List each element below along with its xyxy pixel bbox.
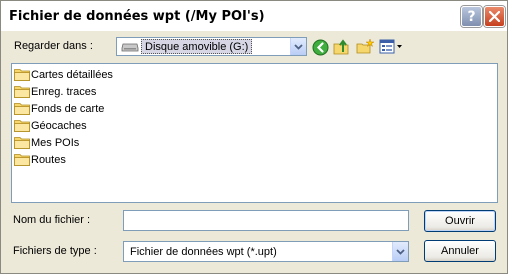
list-item-label: Routes (31, 153, 66, 166)
file-type-value: Fichier de données wpt (*.upt) (130, 246, 277, 258)
up-folder-icon (333, 39, 349, 55)
folder-icon (14, 120, 30, 132)
help-button[interactable]: ? (461, 6, 482, 27)
list-item-label: Enreg. traces (31, 85, 97, 98)
look-in-dropdown[interactable]: Disque amovible (G:) (116, 37, 307, 56)
folder-icon (14, 137, 30, 149)
chevron-down-icon (396, 248, 405, 255)
views-menu-button[interactable] (379, 38, 403, 56)
list-item-label: Fonds de carte (31, 102, 105, 115)
help-icon: ? (467, 8, 476, 25)
new-folder-button[interactable] (356, 38, 374, 56)
folder-icon (14, 103, 30, 115)
file-name-label: Nom du fichier : (13, 214, 91, 226)
list-item-label: Mes POIs (31, 136, 80, 149)
file-type-dropdown[interactable]: Fichier de données wpt (*.upt) (123, 241, 409, 262)
open-button[interactable]: Ouvrir (424, 210, 496, 232)
list-item[interactable]: Routes (14, 151, 66, 168)
list-item-label: Cartes détaillées (31, 68, 113, 81)
folder-icon (14, 86, 30, 98)
list-item[interactable]: Enreg. traces (14, 83, 96, 100)
folder-icon (14, 69, 30, 81)
back-button[interactable] (311, 38, 329, 56)
list-item[interactable]: Géocaches (14, 117, 87, 134)
chevron-down-icon (294, 43, 303, 50)
look-in-value: Disque amovible (G:) (141, 39, 253, 54)
views-menu-icon (379, 39, 402, 54)
list-item[interactable]: Fonds de carte (14, 100, 104, 117)
look-in-dropdown-arrow[interactable] (290, 38, 306, 55)
list-item[interactable]: Mes POIs (14, 134, 79, 151)
cancel-button[interactable]: Annuler (424, 240, 496, 262)
look-in-label: Regarder dans : (14, 40, 93, 52)
file-name-input[interactable] (123, 210, 409, 231)
close-icon (489, 11, 500, 22)
folder-icon (14, 154, 30, 166)
new-folder-icon (356, 38, 374, 54)
list-item-label: Géocaches (31, 119, 87, 132)
list-item[interactable]: Cartes détaillées (14, 66, 113, 83)
file-type-dropdown-arrow[interactable] (392, 242, 408, 261)
back-arrow-icon (312, 39, 328, 55)
file-list[interactable]: Cartes détaillées Enreg. traces Fonds de… (11, 63, 498, 203)
open-file-dialog: Fichier de données wpt (/My POI's) ? Reg… (0, 0, 508, 274)
window-title: Fichier de données wpt (/My POI's) (9, 9, 265, 24)
up-folder-button[interactable] (333, 38, 351, 56)
title-bar[interactable]: Fichier de données wpt (/My POI's) ? (1, 1, 507, 31)
file-type-label: Fichiers de type : (13, 245, 97, 257)
removable-drive-icon (121, 43, 139, 52)
close-button[interactable] (484, 6, 505, 27)
